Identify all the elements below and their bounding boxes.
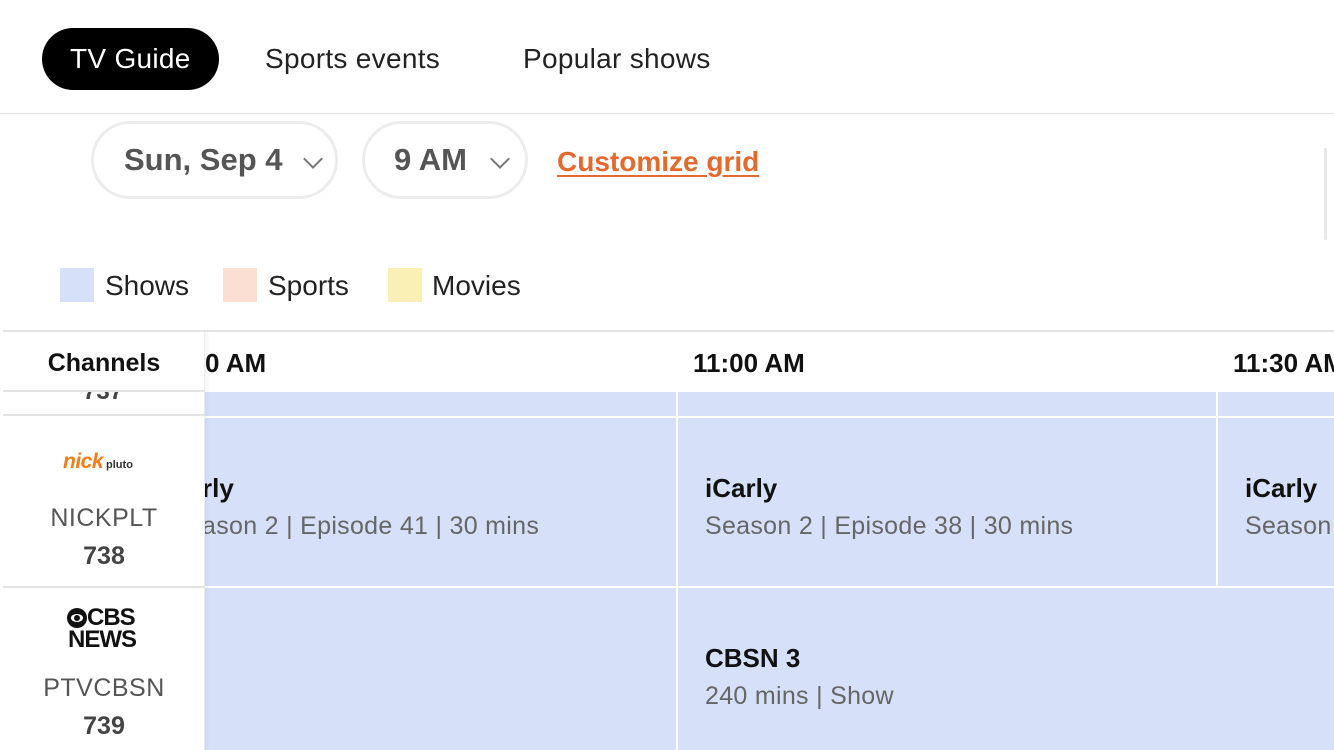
program-details: 240 mins | Show	[705, 682, 894, 710]
legend: Shows Sports Movies	[60, 268, 540, 302]
cbs-news-logo: CBS NEWS	[67, 604, 137, 653]
program-title[interactable]: CBSN 3	[705, 643, 800, 674]
channel-code: NICKPLT	[50, 504, 158, 532]
time-value: 9 AM	[394, 142, 467, 177]
legend-label-movies: Movies	[432, 270, 521, 301]
time-dropdown[interactable]: 9 AM	[362, 121, 528, 199]
program-title[interactable]: iCarly	[705, 473, 777, 504]
date-dropdown[interactable]: Sun, Sep 4	[91, 121, 338, 199]
chevron-down-icon	[303, 149, 323, 169]
time-slot: 0 AM	[205, 348, 267, 378]
legend-label-sports: Sports	[268, 270, 349, 301]
program-grid: 0 AM 11:00 AM 11:30 AM rly ason 2 | Epis…	[3, 330, 1334, 750]
tab-tv-guide[interactable]: TV Guide	[42, 28, 219, 90]
program-details: ason 2 | Episode 41 | 30 mins	[202, 512, 540, 540]
tab-sports-events[interactable]: Sports events	[265, 28, 440, 90]
chevron-down-icon	[490, 149, 510, 169]
program-title[interactable]: rly	[202, 473, 234, 504]
legend-label-shows: Shows	[105, 270, 190, 301]
scrollbar[interactable]	[1324, 148, 1327, 240]
channel-code: PTVCBSN	[43, 674, 165, 702]
legend-swatch-shows	[60, 268, 94, 302]
date-value: Sun, Sep 4	[124, 142, 283, 177]
program-details: Season 2 | Episode 38 | 30 mins	[705, 512, 1074, 540]
channels-header: Channels	[3, 332, 205, 392]
tab-popular-shows[interactable]: Popular shows	[523, 28, 711, 90]
customize-grid-link[interactable]: Customize grid	[557, 146, 759, 178]
channel-row[interactable]: CBS NEWS PTVCBSN 739	[3, 588, 205, 750]
time-slot: 11:30 AM	[1233, 348, 1334, 378]
program-details: Season 2	[1245, 512, 1334, 540]
channel-number: 737	[83, 392, 123, 406]
guide-tabs: TV Guide Sports events Popular shows	[0, 0, 1334, 114]
channel-row-partial: 737	[3, 392, 205, 416]
legend-swatch-sports	[223, 268, 257, 302]
legend-swatch-movies	[388, 268, 422, 302]
channel-row[interactable]: nick pluto NICKPLT 738	[3, 418, 205, 588]
channel-number: 739	[83, 712, 125, 740]
nick-pluto-logo: nick pluto	[63, 450, 133, 473]
channel-column: Channels 737 nickpluto NICKPLT 738 CBS N…	[3, 332, 205, 750]
time-slot: 11:00 AM	[693, 348, 805, 378]
program-title[interactable]: iCarly	[1245, 473, 1317, 504]
channel-number: 738	[83, 542, 125, 570]
